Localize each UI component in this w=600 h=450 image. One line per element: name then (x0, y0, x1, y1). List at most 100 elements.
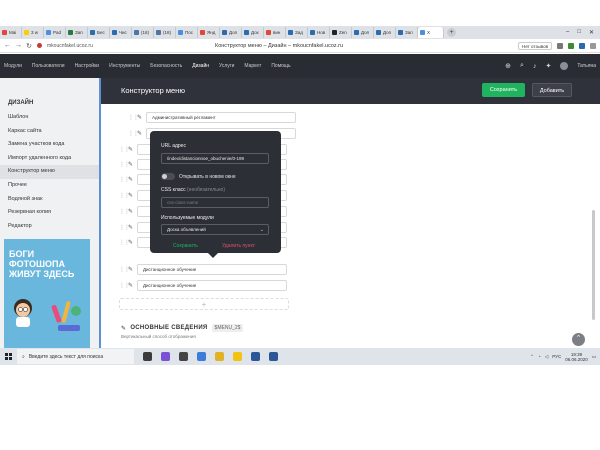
edit-pencil-icon[interactable]: ✎ (128, 146, 137, 153)
drag-handle-icon[interactable]: ⋮⋮ (119, 146, 130, 153)
taskbar-app-icon[interactable] (215, 352, 224, 361)
extension-icon[interactable] (568, 42, 574, 49)
close-window-button[interactable]: ✕ (589, 29, 594, 36)
promo-banner[interactable]: БОГИ ФОТОШОПА ЖИВУТ ЗДЕСЬ (4, 239, 90, 348)
edit-pencil-icon[interactable]: ✎ (137, 114, 146, 121)
top-menu-item[interactable]: Помощь (271, 63, 290, 69)
top-menu-item[interactable]: Маркет (244, 63, 261, 69)
new-tab-button[interactable]: + (447, 28, 456, 37)
menu-item-field[interactable]: Административный регламент (146, 111, 296, 123)
top-menu-item[interactable]: Пользователи (32, 63, 65, 69)
top-menu-item[interactable]: Настройки (75, 63, 100, 69)
language-indicator[interactable]: РУС (552, 354, 561, 359)
taskbar-search[interactable]: ⌕ Введите здесь текст для поиска (17, 349, 134, 364)
drag-handle-icon[interactable]: ⋮⋮ (119, 176, 130, 183)
reload-icon[interactable]: ↻ (26, 42, 32, 50)
browser-tab[interactable]: Доп (374, 27, 396, 38)
feedback-button[interactable]: Нет отзывов (518, 41, 552, 50)
page-scrollbar[interactable] (592, 210, 595, 320)
menu-item-field[interactable]: Дистанционное обучение (137, 279, 287, 291)
browser-tab[interactable]: Зап (66, 27, 88, 38)
top-menu-item[interactable]: Дизайн (192, 63, 209, 69)
browser-tab[interactable]: X (418, 27, 444, 38)
drag-handle-icon[interactable]: ⋮⋮ (128, 130, 139, 137)
drag-handle-icon[interactable]: ⋮⋮ (119, 224, 130, 231)
edit-pencil-icon[interactable]: ✎ (137, 130, 146, 137)
menu-icon[interactable] (590, 42, 596, 49)
edit-pencil-icon[interactable]: ✎ (128, 239, 137, 246)
clock[interactable]: 19:39 06.06.2020 (565, 352, 588, 362)
browser-tab[interactable]: (18) (154, 27, 176, 38)
avatar[interactable] (560, 62, 569, 70)
forward-icon[interactable]: → (15, 42, 22, 49)
sidebar-item[interactable]: Прочее (0, 179, 100, 193)
volume-icon[interactable]: ◁ (545, 354, 548, 360)
popup-save-link[interactable]: Сохранить (173, 243, 198, 249)
drag-handle-icon[interactable]: ⋮⋮ (119, 192, 130, 199)
taskbar-app-icon[interactable] (251, 352, 260, 361)
url-field[interactable]: mkoucnfakel.ucoz.ru (47, 43, 93, 49)
browser-tab[interactable]: Зад (286, 27, 308, 38)
taskbar-app-icon[interactable] (269, 352, 278, 361)
delete-item-link[interactable]: Удалить пункт (222, 243, 255, 249)
notifications-icon[interactable]: ▭ (592, 354, 596, 360)
edit-pencil-icon[interactable]: ✎ (128, 266, 137, 273)
edit-pencil-icon[interactable]: ✎ (128, 282, 137, 289)
browser-tab[interactable]: Доп (352, 27, 374, 38)
url-input[interactable]: /index/distancionnoe_obuchenie/0-199 (161, 153, 269, 164)
extension-icon[interactable] (579, 42, 585, 49)
browser-tab[interactable]: Пос (176, 27, 198, 38)
extension-icon[interactable] (557, 42, 563, 49)
drag-handle-icon[interactable]: ⋮⋮ (119, 239, 130, 246)
browser-tab[interactable]: 3 w (22, 27, 44, 38)
sidebar-item[interactable]: Шаблон (0, 111, 100, 125)
edit-pencil-icon[interactable]: ✎ (128, 208, 137, 215)
taskbar-app-icon[interactable] (161, 352, 170, 361)
browser-tab[interactable]: Бес (88, 27, 110, 38)
browser-tab[interactable]: Pad (44, 27, 66, 38)
browser-tab[interactable]: Чис (110, 27, 132, 38)
taskbar-app-icon[interactable] (179, 352, 188, 361)
edit-pencil-icon[interactable]: ✎ (128, 161, 137, 168)
scroll-up-button[interactable]: ⌃ (572, 333, 585, 346)
pencil-icon[interactable]: ✎ (121, 325, 126, 332)
sidebar-item[interactable]: Редактор (0, 220, 100, 234)
browser-tab[interactable]: (18) (132, 27, 154, 38)
sidebar-item[interactable]: Каркас сайта (0, 125, 100, 139)
browser-tab[interactable]: Доп (220, 27, 242, 38)
css-class-input[interactable]: css-class-name (161, 197, 269, 208)
taskbar-app-icon[interactable] (233, 352, 242, 361)
drag-handle-icon[interactable]: ⋮⋮ (128, 114, 139, 121)
edit-pencil-icon[interactable]: ✎ (128, 176, 137, 183)
chevron-up-icon[interactable]: ⌃ (530, 354, 534, 360)
sidebar-item[interactable]: Конструктор меню (0, 165, 100, 179)
start-button[interactable] (0, 348, 17, 365)
security-warning-icon[interactable] (37, 43, 42, 48)
search-icon[interactable]: ⌕ (520, 62, 524, 70)
sidebar-item[interactable]: Импорт удаленного кода (0, 152, 100, 166)
top-menu-item[interactable]: Услуги (219, 63, 234, 69)
sidebar-item[interactable]: Резервная копия (0, 206, 100, 220)
drag-handle-icon[interactable]: ⋮⋮ (119, 266, 130, 273)
top-menu-item[interactable]: Безопасность (150, 63, 182, 69)
browser-tab[interactable]: Зап (396, 27, 418, 38)
drag-handle-icon[interactable]: ⋮⋮ (119, 161, 130, 168)
browser-tab[interactable]: Нов (308, 27, 330, 38)
add-button[interactable]: Добавить (532, 83, 572, 97)
add-menu-item-button[interactable]: + (119, 298, 289, 310)
maximize-button[interactable]: □ (577, 29, 581, 36)
edit-pencil-icon[interactable]: ✎ (128, 192, 137, 199)
bell-icon[interactable]: ♪ (533, 63, 537, 70)
user-name[interactable]: Татьяна (577, 63, 596, 69)
taskbar-app-icon[interactable] (197, 352, 206, 361)
menu-item-field[interactable]: Дистанционное обучение (137, 263, 287, 275)
taskbar-app-icon[interactable] (143, 352, 152, 361)
edit-pencil-icon[interactable]: ✎ (128, 224, 137, 231)
back-icon[interactable]: ← (4, 42, 11, 49)
broom-icon[interactable]: ✦ (545, 62, 551, 70)
top-menu-item[interactable]: Инструменты (109, 63, 140, 69)
new-window-toggle[interactable] (161, 173, 175, 180)
browser-tab[interactable]: Zen (330, 27, 352, 38)
add-icon[interactable]: ⊕ (505, 62, 511, 70)
sidebar-item[interactable]: Водяной знак (0, 193, 100, 207)
